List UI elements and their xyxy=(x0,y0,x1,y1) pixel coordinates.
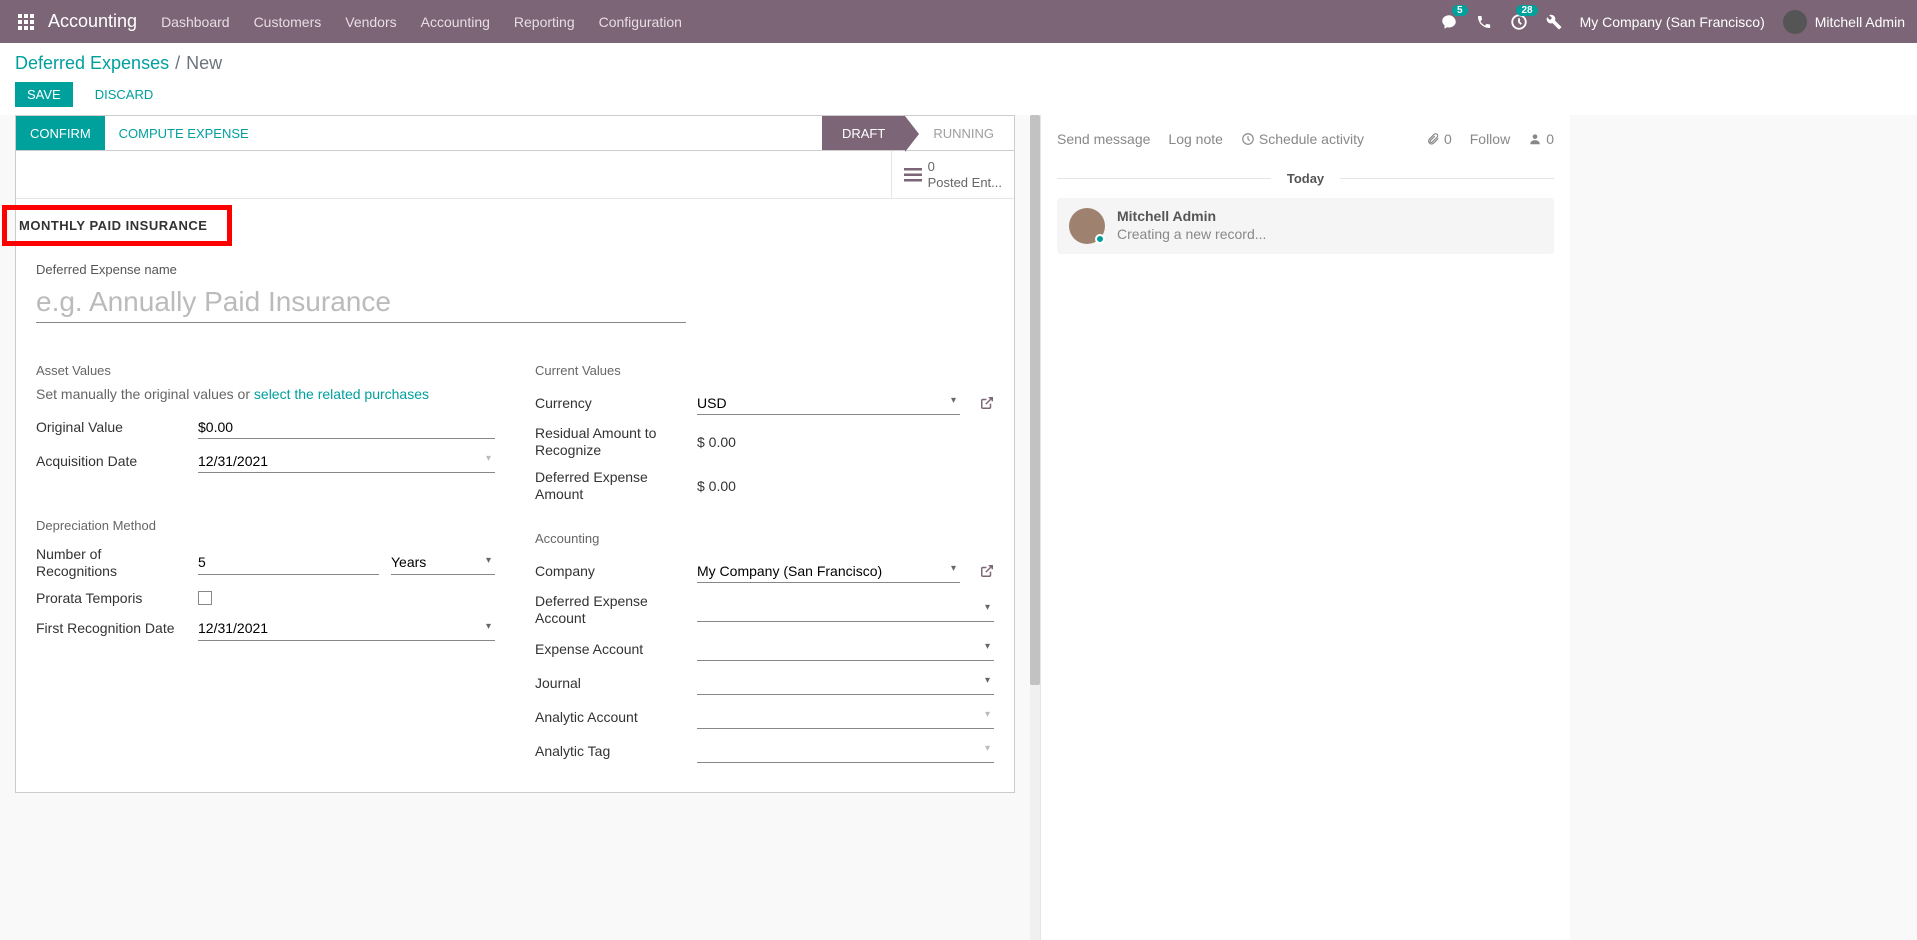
bars-icon xyxy=(904,168,922,182)
scrollbar[interactable] xyxy=(1030,115,1040,940)
company-external-link-icon[interactable] xyxy=(972,564,994,578)
acquisition-date-input[interactable] xyxy=(198,449,495,473)
log-note-button[interactable]: Log note xyxy=(1168,131,1223,147)
original-value-input[interactable] xyxy=(198,415,495,439)
first-recognition-label: First Recognition Date xyxy=(36,620,186,637)
online-dot-icon xyxy=(1095,234,1105,244)
compute-expense-button[interactable]: COMPUTE EXPENSE xyxy=(105,116,263,150)
form-sheet: 0 Posted Ent... MONTHLY PAID INSURANCE D… xyxy=(15,151,1015,793)
analytic-account-select[interactable] xyxy=(697,705,994,729)
currency-label: Currency xyxy=(535,395,685,412)
message-avatar xyxy=(1069,208,1105,244)
navbar-menu: Dashboard Customers Vendors Accounting R… xyxy=(161,14,1440,30)
user-name: Mitchell Admin xyxy=(1815,14,1905,30)
activity-icon[interactable]: 28 xyxy=(1510,13,1528,31)
name-label: Deferred Expense name xyxy=(36,262,994,277)
navbar-right: 5 28 My Company (San Francisco) Mitchell… xyxy=(1440,10,1905,34)
breadcrumb-current: New xyxy=(186,53,222,74)
acquisition-date-label: Acquisition Date xyxy=(36,453,186,470)
prorata-label: Prorata Temporis xyxy=(36,590,186,607)
schedule-activity-button[interactable]: Schedule activity xyxy=(1241,131,1364,147)
original-value-label: Original Value xyxy=(36,419,186,436)
user-avatar-icon xyxy=(1783,10,1807,34)
analytic-tag-label: Analytic Tag xyxy=(535,743,685,760)
chatter-panel: Send message Log note Schedule activity … xyxy=(1040,115,1570,940)
menu-configuration[interactable]: Configuration xyxy=(599,14,682,30)
control-panel: Deferred Expenses / New SAVE DISCARD xyxy=(0,43,1917,115)
confirm-button[interactable]: CONFIRM xyxy=(16,116,105,150)
breadcrumb-root[interactable]: Deferred Expenses xyxy=(15,53,169,74)
name-input[interactable] xyxy=(36,282,686,323)
deferred-exp-amount-value: $ 0.00 xyxy=(697,475,994,497)
hint-text: Set manually the original values or xyxy=(36,386,254,402)
first-recognition-input[interactable] xyxy=(198,617,495,641)
top-navbar: Accounting Dashboard Customers Vendors A… xyxy=(0,0,1917,43)
paperclip-icon xyxy=(1426,132,1440,146)
company-select[interactable] xyxy=(697,559,960,583)
posted-label: Posted Ent... xyxy=(928,175,1002,191)
analytic-tag-select[interactable] xyxy=(697,739,994,763)
deferred-exp-amount-label: Deferred Expense Amount xyxy=(535,469,685,503)
posted-entries-button[interactable]: 0 Posted Ent... xyxy=(891,151,1014,198)
followers-button[interactable]: 0 xyxy=(1528,131,1554,147)
breadcrumb-sep: / xyxy=(175,53,180,74)
num-recognitions-label: Number of Recognitions xyxy=(36,546,186,580)
clock-icon xyxy=(1241,132,1255,146)
chatter-date-header: Today xyxy=(1057,171,1554,186)
send-message-button[interactable]: Send message xyxy=(1057,131,1150,147)
menu-accounting[interactable]: Accounting xyxy=(421,14,490,30)
settings-icon[interactable] xyxy=(1546,14,1562,30)
status-running[interactable]: RUNNING xyxy=(905,116,1014,150)
prorata-checkbox[interactable] xyxy=(198,591,212,605)
person-icon xyxy=(1528,132,1542,146)
status-bar: CONFIRM COMPUTE EXPENSE DRAFT RUNNING xyxy=(15,115,1015,151)
company-selector[interactable]: My Company (San Francisco) xyxy=(1580,14,1765,30)
analytic-account-label: Analytic Account xyxy=(535,709,685,726)
residual-label: Residual Amount to Recognize xyxy=(535,425,685,459)
breadcrumb: Deferred Expenses / New xyxy=(15,53,1902,74)
status-draft[interactable]: DRAFT xyxy=(822,116,905,150)
current-values-section: Current Values xyxy=(535,363,994,378)
deferred-expense-account-label: Deferred Expense Account xyxy=(535,593,685,627)
menu-dashboard[interactable]: Dashboard xyxy=(161,14,230,30)
discard-button[interactable]: DISCARD xyxy=(83,82,166,107)
depreciation-method-section: Depreciation Method xyxy=(36,518,495,533)
app-title[interactable]: Accounting xyxy=(48,11,137,32)
company-label: Company xyxy=(535,563,685,580)
journal-select[interactable] xyxy=(697,671,994,695)
residual-value: $ 0.00 xyxy=(697,431,994,453)
currency-external-link-icon[interactable] xyxy=(972,396,994,410)
select-purchases-link[interactable]: select the related purchases xyxy=(254,386,429,402)
message-text: Creating a new record... xyxy=(1117,226,1266,242)
chat-badge: 5 xyxy=(1452,5,1468,16)
asset-values-section: Asset Values xyxy=(36,363,495,378)
menu-vendors[interactable]: Vendors xyxy=(345,14,396,30)
attachments-button[interactable]: 0 xyxy=(1426,131,1452,147)
expense-account-select[interactable] xyxy=(697,637,994,661)
deferred-expense-account-select[interactable] xyxy=(697,598,994,622)
phone-icon[interactable] xyxy=(1476,14,1492,30)
journal-label: Journal xyxy=(535,675,685,692)
menu-customers[interactable]: Customers xyxy=(254,14,322,30)
highlighted-model-box: MONTHLY PAID INSURANCE xyxy=(2,205,232,246)
apps-icon[interactable] xyxy=(12,14,40,30)
activity-badge: 28 xyxy=(1516,5,1537,16)
num-recognitions-input[interactable] xyxy=(198,551,379,575)
accounting-section: Accounting xyxy=(535,531,994,546)
chat-icon[interactable]: 5 xyxy=(1440,13,1458,31)
user-menu[interactable]: Mitchell Admin xyxy=(1783,10,1905,34)
chatter-message: Mitchell Admin Creating a new record... xyxy=(1057,198,1554,254)
message-author: Mitchell Admin xyxy=(1117,208,1266,224)
save-button[interactable]: SAVE xyxy=(15,82,73,107)
posted-count: 0 xyxy=(928,159,1002,175)
recognition-unit-select[interactable] xyxy=(391,551,495,575)
follow-button[interactable]: Follow xyxy=(1470,131,1510,147)
currency-select[interactable] xyxy=(697,391,960,415)
model-title: MONTHLY PAID INSURANCE xyxy=(19,218,215,233)
menu-reporting[interactable]: Reporting xyxy=(514,14,575,30)
expense-account-label: Expense Account xyxy=(535,641,685,658)
